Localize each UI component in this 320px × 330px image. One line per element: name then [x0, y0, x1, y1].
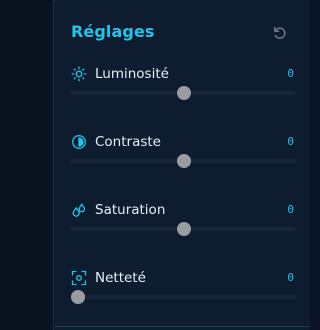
setting-brightness: Luminosité 0 [71, 66, 296, 110]
brightness-icon [71, 66, 87, 82]
contrast-slider-thumb[interactable] [177, 154, 191, 168]
reset-icon [273, 26, 286, 39]
setting-label: Netteté [95, 270, 146, 286]
panel-bottom-border [55, 326, 310, 327]
setting-saturation: Saturation 0 [71, 202, 296, 246]
setting-value: 0 [287, 135, 294, 148]
saturation-icon [71, 202, 87, 218]
setting-label: Luminosité [95, 66, 169, 82]
saturation-slider-thumb[interactable] [177, 222, 191, 236]
sharpness-slider-thumb[interactable] [71, 290, 85, 304]
setting-label: Saturation [95, 202, 166, 218]
setting-label: Contraste [95, 134, 161, 150]
reset-button[interactable] [272, 25, 288, 41]
setting-value: 0 [287, 203, 294, 216]
contrast-icon [71, 134, 87, 150]
setting-sharpness: Netteté 0 [71, 270, 296, 314]
setting-value: 0 [287, 67, 294, 80]
brightness-slider-thumb[interactable] [177, 86, 191, 100]
panel-title: Réglages [71, 22, 155, 41]
setting-value: 0 [287, 271, 294, 284]
setting-contrast: Contraste 0 [71, 134, 296, 178]
canvas-area [0, 0, 54, 330]
sharpness-slider-track[interactable] [71, 295, 296, 299]
sharpness-icon [71, 270, 87, 286]
settings-panel: Réglages Luminosité 0 Contraste 0 Satura… [55, 0, 310, 330]
